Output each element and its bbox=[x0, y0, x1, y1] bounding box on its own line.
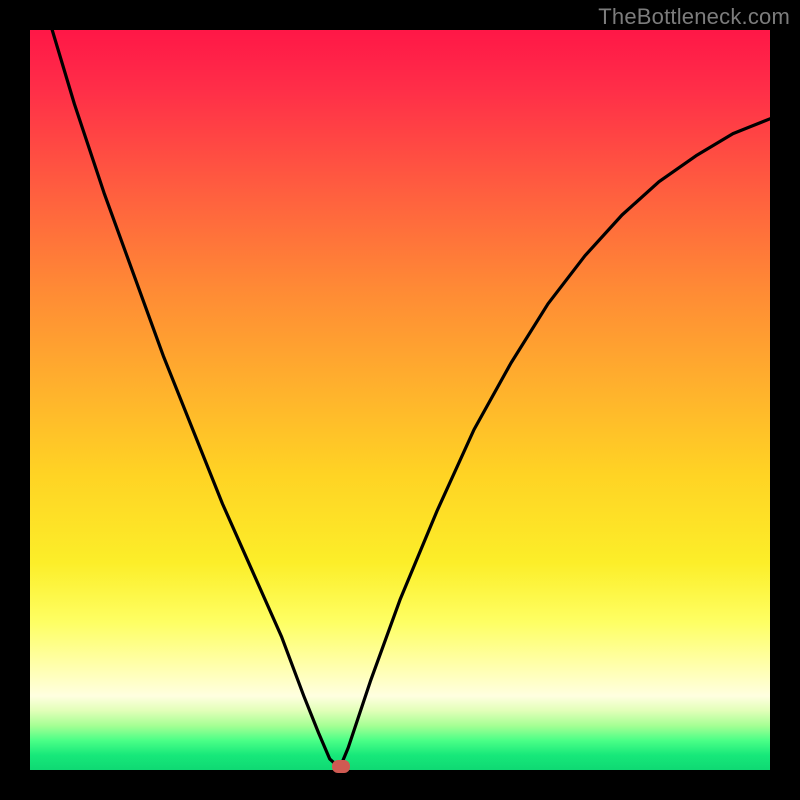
chart-frame: TheBottleneck.com bbox=[0, 0, 800, 800]
minimum-marker bbox=[332, 760, 350, 773]
bottleneck-curve bbox=[30, 30, 770, 770]
watermark-text: TheBottleneck.com bbox=[598, 4, 790, 30]
plot-area bbox=[30, 30, 770, 770]
